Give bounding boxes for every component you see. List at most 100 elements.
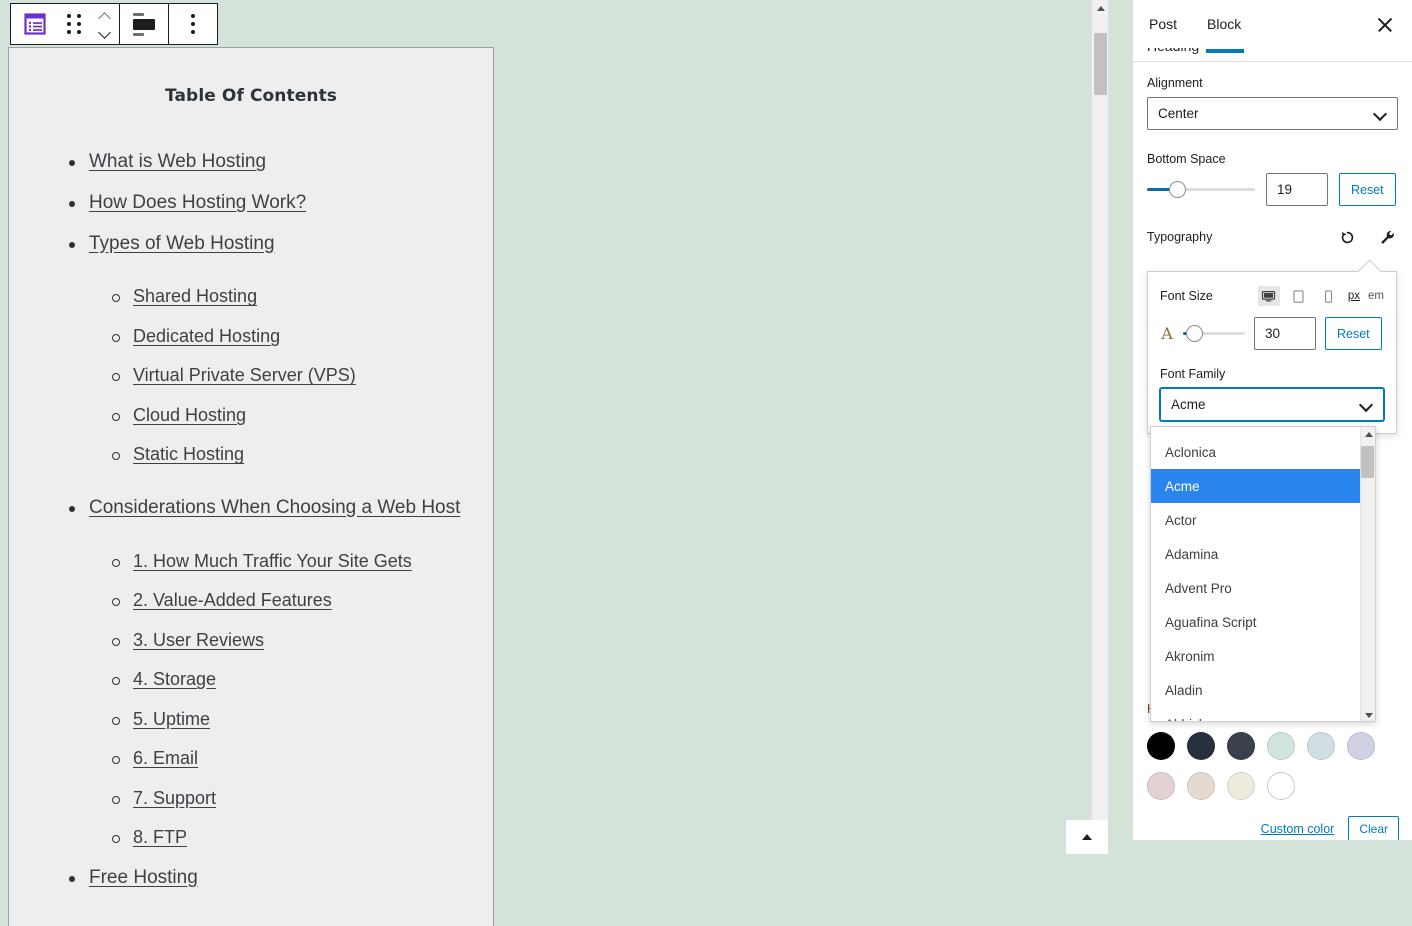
toc-link[interactable]: Virtual Private Server (VPS) (133, 365, 356, 385)
toc-link[interactable]: 3. User Reviews (133, 630, 264, 650)
list-item: How Does Hosting Work? (61, 191, 493, 215)
toc-link[interactable]: Types of Web Hosting (89, 233, 275, 254)
color-swatch-black[interactable] (1147, 732, 1175, 760)
toc-link[interactable]: 7. Support (133, 788, 216, 808)
font-size-input[interactable]: 30 (1254, 317, 1316, 350)
color-swatch-cream[interactable] (1227, 772, 1255, 800)
desktop-icon[interactable] (1257, 286, 1280, 306)
font-list-scrollbar[interactable] (1360, 427, 1375, 721)
toc-link[interactable]: 1. How Much Traffic Your Site Gets (133, 551, 412, 571)
toolbar-group-block (11, 4, 120, 44)
bottom-space-label: Bottom Space (1147, 152, 1226, 166)
list-item: 3. User Reviews (61, 629, 493, 652)
list-item: Dedicated Hosting (61, 325, 493, 348)
list-item: Considerations When Choosing a Web Host (61, 496, 493, 520)
font-size-slider[interactable] (1183, 322, 1245, 346)
mobile-icon[interactable] (1318, 286, 1340, 306)
tab-post[interactable]: Post (1147, 12, 1179, 36)
clear-color-button[interactable]: Clear (1348, 816, 1399, 840)
toc-link[interactable]: What is Web Hosting (89, 151, 266, 172)
color-swatch-white[interactable] (1267, 772, 1295, 800)
alignment-value: Center (1158, 106, 1199, 121)
list-item: 7. Support (61, 787, 493, 810)
toc-link[interactable]: Dedicated Hosting (133, 326, 280, 346)
toc-link[interactable]: 5. Uptime (133, 709, 210, 729)
font-option[interactable]: Advent Pro (1151, 571, 1375, 605)
toc-link[interactable]: Shared Hosting (133, 286, 257, 306)
canvas-scrollbar-thumb[interactable] (1094, 33, 1107, 95)
color-swatch-pale-mint[interactable] (1267, 732, 1295, 760)
custom-color-link[interactable]: Custom color (1261, 822, 1335, 836)
toc-link[interactable]: 4. Storage (133, 669, 216, 689)
toc-link[interactable]: Considerations When Choosing a Web Host (89, 497, 460, 518)
font-option[interactable]: Aladin (1151, 673, 1375, 707)
block-name-row: Heading (1133, 48, 1412, 62)
active-tab-underline (1206, 49, 1245, 53)
caret-up-icon (1082, 834, 1092, 840)
chevron-down-icon[interactable] (99, 26, 110, 37)
font-option[interactable]: Acme (1151, 469, 1375, 503)
toc-link[interactable]: How Does Hosting Work? (89, 192, 306, 213)
align-center-icon[interactable] (120, 4, 168, 44)
font-size-slider-knob[interactable] (1186, 324, 1204, 342)
font-option[interactable]: Adamina (1151, 537, 1375, 571)
block-name-label: Heading (1147, 48, 1199, 54)
sidebar-header: Post Block (1133, 0, 1412, 48)
chevron-up-icon[interactable] (99, 12, 110, 23)
scroll-to-top-button[interactable] (1066, 820, 1108, 854)
bottom-space-slider-knob[interactable] (1169, 180, 1187, 198)
font-option[interactable]: Aguafina Script (1151, 605, 1375, 639)
toc-link[interactable]: 6. Email (133, 748, 198, 768)
toc-link[interactable]: 2. Value-Added Features (133, 590, 332, 610)
font-family-options: Aclonica Acme Actor Adamina Advent Pro Aguafi… (1151, 427, 1375, 722)
block-movers[interactable] (89, 4, 119, 44)
bottom-space-value: 19 (1277, 182, 1293, 197)
unit-px[interactable]: px (1348, 290, 1360, 302)
canvas-scrollbar[interactable] (1091, 0, 1108, 840)
toc-link[interactable]: Static Hosting (133, 444, 244, 464)
color-swatch-pale-blue[interactable] (1307, 732, 1335, 760)
wrench-icon[interactable] (1376, 226, 1398, 248)
typography-label: Typography (1147, 230, 1213, 244)
font-size-reset-button[interactable]: Reset (1325, 317, 1382, 350)
reset-arrow-icon[interactable] (1336, 226, 1358, 248)
scroll-up-arrow-icon[interactable] (1092, 0, 1109, 17)
color-swatch-lavender[interactable] (1347, 732, 1375, 760)
font-family-dropdown: Aclonica Acme Actor Adamina Advent Pro Aguafi… (1150, 426, 1376, 722)
close-icon[interactable] (1374, 14, 1396, 36)
bottom-space-slider[interactable] (1147, 178, 1255, 202)
sidebar-panel-body: Alignment Center Bottom Space 19 Reset T… (1133, 62, 1412, 262)
bottom-space-input[interactable]: 19 (1266, 173, 1328, 206)
font-size-value: 30 (1265, 326, 1281, 341)
font-list-scrollbar-thumb[interactable] (1361, 446, 1374, 478)
font-option[interactable]: Aldrich (1151, 707, 1375, 722)
toc-link[interactable]: Free Hosting (89, 867, 198, 888)
scroll-up-arrow-icon[interactable] (1361, 427, 1375, 442)
list-item: Cloud Hosting (61, 404, 493, 427)
toc-link[interactable]: 8. FTP (133, 827, 187, 847)
font-option[interactable]: Akronim (1151, 639, 1375, 673)
alignment-select[interactable]: Center (1147, 97, 1398, 130)
drag-handle-icon[interactable] (59, 4, 89, 44)
bottom-space-reset-button[interactable]: Reset (1339, 173, 1396, 206)
font-option[interactable]: Aclonica (1151, 435, 1375, 469)
scroll-down-arrow-icon[interactable] (1361, 708, 1375, 721)
tablet-icon[interactable] (1288, 286, 1310, 306)
color-swatch-dusty-pink[interactable] (1147, 772, 1175, 800)
block-toolbar (10, 3, 218, 45)
color-swatch-dark-slate[interactable] (1227, 732, 1255, 760)
font-option[interactable]: Actor (1151, 503, 1375, 537)
font-size-row: A 30 Reset (1160, 317, 1384, 350)
font-family-select[interactable]: Acme (1160, 388, 1384, 421)
table-of-contents-icon[interactable] (11, 4, 59, 44)
list-item: What is Web Hosting (61, 150, 493, 174)
page-title: Table Of Contents (164, 86, 338, 106)
tab-block[interactable]: Block (1205, 12, 1243, 36)
more-options-icon[interactable] (169, 4, 217, 44)
list-item: Static Hosting (61, 443, 493, 466)
color-swatch-dark-navy[interactable] (1187, 732, 1215, 760)
toc-link[interactable]: Cloud Hosting (133, 405, 246, 425)
color-swatch-taupe[interactable] (1187, 772, 1215, 800)
unit-em[interactable]: em (1368, 290, 1384, 302)
toolbar-group-align (120, 4, 169, 44)
